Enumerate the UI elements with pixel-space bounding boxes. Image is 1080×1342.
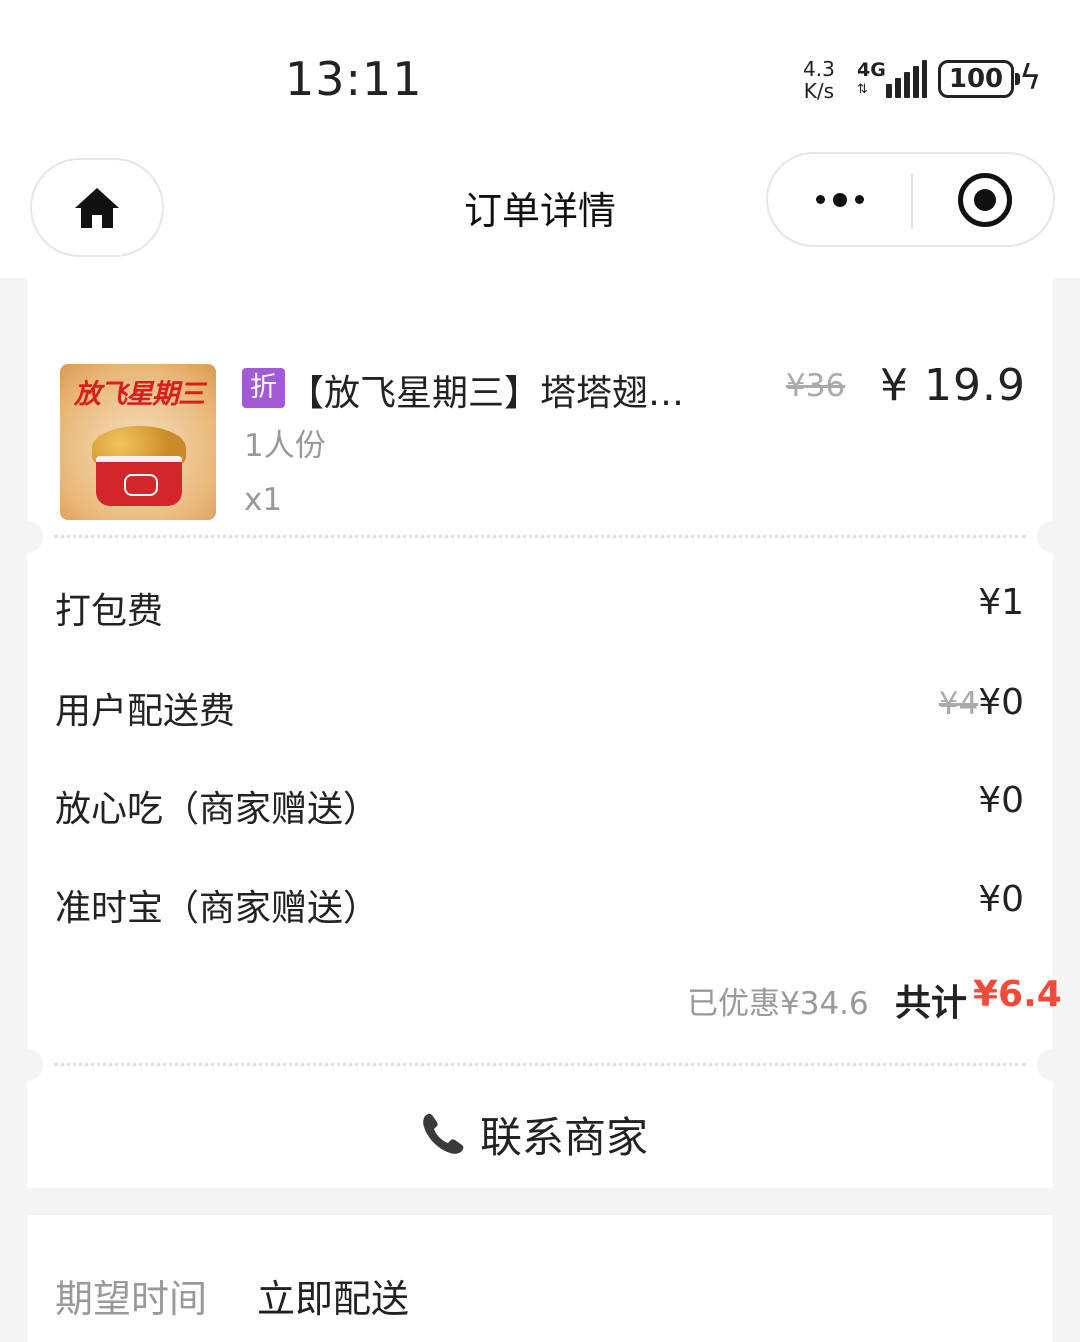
contact-merchant-label: 联系商家 (480, 1112, 649, 1162)
charging-icon: ϟ (1019, 58, 1042, 98)
bucket-image (96, 456, 182, 506)
fee-label-delivery: 用户配送费 (55, 691, 236, 732)
fee-label-food-safety: 放心吃（商家赠送） (55, 789, 380, 830)
fee-amount: ¥1 (978, 582, 1024, 623)
ticket-notch (11, 1049, 43, 1081)
item-original-price: ¥36 (786, 368, 846, 404)
expected-time-value: 立即配送 (257, 1277, 410, 1321)
more-button[interactable] (768, 154, 912, 245)
item-image[interactable]: 放飞星期三 (60, 364, 216, 520)
network-speed-value: 4.3 (803, 57, 835, 81)
phone-icon (423, 1113, 464, 1154)
fee-label-on-time: 准时宝（商家赠送） (55, 888, 380, 929)
dashed-divider (54, 535, 1026, 538)
network-speed-unit: K/s (803, 79, 835, 103)
item-price: ¥ 19.9 (880, 360, 1026, 411)
battery-level: 100 (948, 64, 1004, 94)
item-name[interactable]: 【放飞星期三】塔塔翅… (288, 364, 728, 416)
fee-amount: ¥0 (978, 879, 1024, 920)
capsule-divider (911, 174, 913, 229)
fee-label-packaging: 打包费 (55, 591, 164, 632)
ticket-notch (1037, 521, 1069, 553)
total-label: 共计 (895, 983, 968, 1024)
ticket-notch (11, 521, 43, 553)
fee-amount: ¥0 (978, 682, 1024, 723)
total-amount: ¥6.4 (973, 974, 1062, 1015)
discount-tag: 折 (242, 368, 285, 408)
top-bar: 13:11 4.3 K/s 4G ⇅ 100 ϟ 订单详情 (0, 0, 1080, 278)
saved-amount: 已优惠¥34.6 (687, 986, 869, 1022)
signal-icon (882, 60, 927, 98)
item-quantity: x1 (244, 482, 283, 518)
fee-value-on-time: ¥0 (978, 879, 1024, 920)
fee-original-amount: ¥4 (938, 686, 979, 722)
mini-program-capsule (766, 152, 1055, 247)
network-speed: 4.3 K/s (803, 58, 835, 102)
battery-icon: 100 (938, 60, 1020, 98)
expected-time-label: 期望时间 (55, 1277, 208, 1321)
contact-merchant-button[interactable]: 联系商家 (418, 1106, 648, 1162)
item-portion: 1人份 (244, 428, 326, 464)
status-time: 13:11 (285, 52, 423, 106)
ticket-notch (1037, 1049, 1069, 1081)
dashed-divider (54, 1063, 1026, 1066)
fee-value-delivery: ¥4¥0 (939, 682, 1024, 723)
item-image-banner: 放飞星期三 (74, 379, 205, 410)
fee-value-packaging: ¥1 (978, 582, 1024, 623)
target-icon[interactable] (958, 173, 1012, 227)
fee-value-food-safety: ¥0 (978, 780, 1024, 821)
more-icon (816, 195, 825, 204)
fee-amount: ¥0 (978, 780, 1024, 821)
